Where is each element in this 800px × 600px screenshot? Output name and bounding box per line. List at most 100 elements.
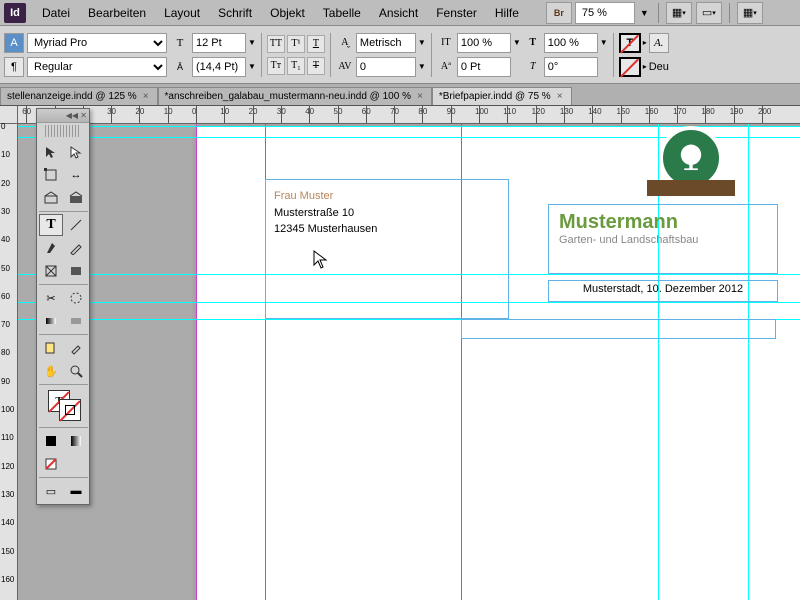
skew-input[interactable] — [544, 57, 598, 77]
stroke-proxy[interactable] — [59, 399, 81, 421]
strikethrough-button[interactable]: T — [307, 57, 325, 75]
date-line: Musterstadt, 10. Dezember 2012 — [583, 283, 743, 295]
tools-panel[interactable]: ◀◀ ✕ ↔ T ✂ ✋ T ▭ ▬ — [36, 108, 90, 505]
preview-view-button[interactable]: ▬ — [64, 480, 88, 502]
canvas[interactable]: Frau Muster Musterstraße 10 12345 Muster… — [18, 124, 800, 600]
kerning-input[interactable] — [356, 33, 416, 53]
company-subtitle: Garten- und Landschaftsbau — [559, 234, 767, 246]
vertical-ruler[interactable]: 0102030405060708090100110120130140150160 — [0, 124, 18, 600]
menu-fenster[interactable]: Fenster — [428, 2, 485, 24]
font-size-input[interactable] — [192, 33, 246, 53]
free-transform-tool[interactable] — [64, 287, 88, 309]
view-options-button[interactable]: ▦▾ — [666, 2, 692, 24]
recipient-street: Musterstraße 10 — [274, 205, 500, 222]
paragraph-mode-button[interactable]: ¶ — [4, 57, 24, 77]
line-tool[interactable] — [64, 214, 88, 236]
screen-mode-button[interactable]: ▭▾ — [696, 2, 722, 24]
control-panel: A ¶ Myriad Pro Regular T▼ Ā▼ TT T¹ T Tᴛ … — [0, 26, 800, 84]
tab-anschreiben[interactable]: *anschreiben_galabau_mustermann-neu.indd… — [158, 87, 432, 105]
hscale-icon: T — [524, 34, 542, 52]
hscale-input[interactable] — [544, 33, 598, 53]
menu-schrift[interactable]: Schrift — [210, 2, 260, 24]
menu-datei[interactable]: Datei — [34, 2, 78, 24]
page-tool[interactable] — [39, 164, 63, 186]
rectangle-frame-tool[interactable] — [39, 260, 63, 282]
menu-bar: Id Datei Bearbeiten Layout Schrift Objek… — [0, 0, 800, 26]
workspace: 6050403020100102030405060708090100110120… — [0, 106, 800, 600]
content-placer-tool[interactable] — [64, 187, 88, 209]
underline-button[interactable]: T — [307, 35, 325, 53]
tab-briefpapier[interactable]: *Briefpapier.indd @ 75 %× — [432, 87, 572, 105]
normal-view-button[interactable]: ▭ — [39, 480, 63, 502]
scissors-tool[interactable]: ✂ — [39, 287, 63, 309]
menu-tabelle[interactable]: Tabelle — [315, 2, 369, 24]
char-style-icon[interactable]: A. — [649, 33, 669, 53]
tools-panel-grip[interactable] — [45, 125, 81, 137]
char-fill-icon[interactable]: T — [619, 33, 641, 53]
app-logo: Id — [4, 3, 26, 23]
selection-tool[interactable] — [39, 141, 63, 163]
pen-tool[interactable] — [39, 237, 63, 259]
char-stroke-icon[interactable] — [619, 57, 641, 77]
document-tabs: stellenanzeige.indd @ 125 %× *anschreibe… — [0, 84, 800, 106]
menu-ansicht[interactable]: Ansicht — [371, 2, 426, 24]
close-icon[interactable]: × — [415, 91, 425, 102]
gap-tool[interactable]: ↔ — [64, 164, 88, 186]
close-icon[interactable]: × — [555, 91, 565, 102]
recipient-city: 12345 Musterhausen — [274, 221, 500, 238]
language-label: Deu — [649, 61, 669, 73]
body-text-frame[interactable] — [461, 319, 776, 339]
company-logo — [643, 126, 738, 201]
arrange-documents-button[interactable]: ▦▾ — [737, 2, 763, 24]
menu-hilfe[interactable]: Hilfe — [487, 2, 527, 24]
font-family-select[interactable]: Myriad Pro — [27, 33, 167, 53]
skew-icon: T — [524, 58, 542, 76]
tracking-input[interactable] — [356, 57, 416, 77]
tracking-icon: AV — [336, 58, 354, 76]
leading-input[interactable] — [192, 57, 246, 77]
horizontal-ruler[interactable]: 6050403020100102030405060708090100110120… — [18, 106, 800, 124]
pencil-tool[interactable] — [64, 237, 88, 259]
company-name: Mustermann — [559, 211, 767, 234]
apply-gradient-button[interactable] — [64, 430, 88, 452]
font-size-icon: T — [170, 33, 190, 53]
zoom-level[interactable]: 75 % — [575, 2, 635, 24]
leading-icon: Ā — [170, 57, 190, 77]
note-tool[interactable] — [39, 337, 63, 359]
address-text-frame[interactable]: Frau Muster Musterstraße 10 12345 Muster… — [265, 179, 509, 319]
gradient-feather-tool[interactable] — [64, 310, 88, 332]
baseline-input[interactable] — [457, 57, 511, 77]
logo-banner — [647, 180, 735, 196]
type-tool[interactable]: T — [39, 214, 63, 236]
small-caps-button[interactable]: Tᴛ — [267, 57, 285, 75]
hand-tool[interactable]: ✋ — [39, 360, 63, 382]
direct-selection-tool[interactable] — [64, 141, 88, 163]
apply-none-button[interactable] — [39, 453, 63, 475]
eyedropper-tool[interactable] — [64, 337, 88, 359]
date-text-frame[interactable]: Musterstadt, 10. Dezember 2012 — [548, 280, 778, 302]
menu-objekt[interactable]: Objekt — [262, 2, 313, 24]
tab-stellenanzeige[interactable]: stellenanzeige.indd @ 125 %× — [0, 87, 158, 105]
font-style-select[interactable]: Regular — [27, 57, 167, 77]
superscript-button[interactable]: T¹ — [287, 35, 305, 53]
menu-bearbeiten[interactable]: Bearbeiten — [80, 2, 154, 24]
bridge-button[interactable]: Br — [546, 2, 572, 24]
subscript-button[interactable]: T₁ — [287, 57, 305, 75]
vscale-input[interactable] — [457, 33, 511, 53]
kerning-icon: A̬ — [336, 34, 354, 52]
close-icon[interactable]: × — [141, 91, 151, 102]
baseline-icon: Aª — [437, 58, 455, 76]
content-collector-tool[interactable] — [39, 187, 63, 209]
gradient-swatch-tool[interactable] — [39, 310, 63, 332]
character-mode-button[interactable]: A — [4, 33, 24, 53]
tools-panel-header[interactable]: ◀◀ ✕ — [37, 109, 89, 123]
company-text-frame[interactable]: Mustermann Garten- und Landschaftsbau — [548, 204, 778, 274]
recipient-name: Frau Muster — [274, 188, 500, 205]
menu-layout[interactable]: Layout — [156, 2, 208, 24]
zoom-tool[interactable] — [64, 360, 88, 382]
fill-stroke-proxy[interactable]: T — [39, 387, 88, 425]
vscale-icon: IT — [437, 34, 455, 52]
all-caps-button[interactable]: TT — [267, 35, 285, 53]
apply-color-button[interactable] — [39, 430, 63, 452]
rectangle-tool[interactable] — [64, 260, 88, 282]
